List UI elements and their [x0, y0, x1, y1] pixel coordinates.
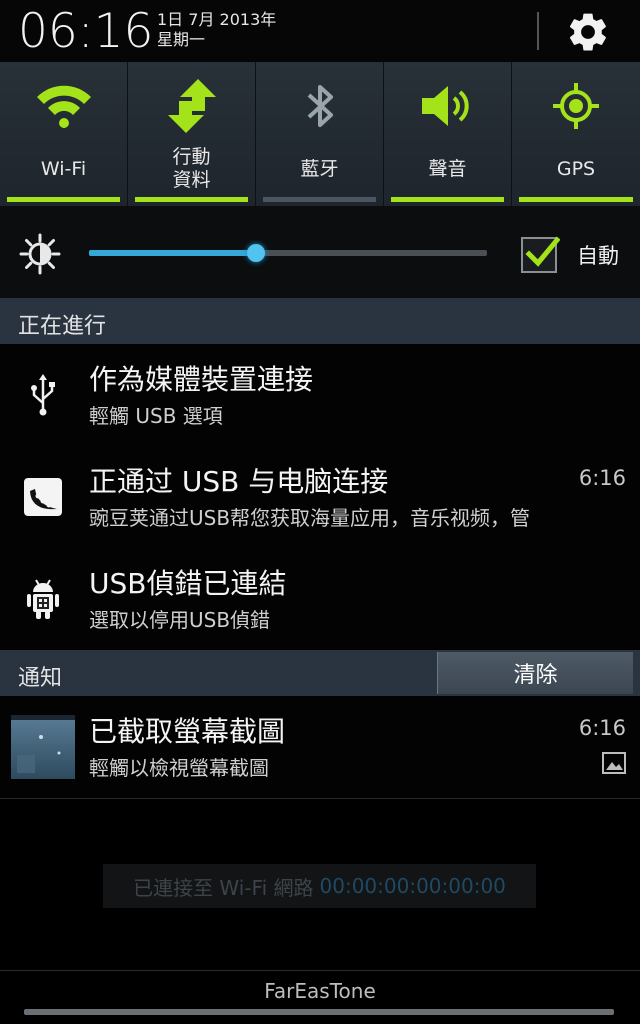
brightness-slider-fill [89, 250, 257, 256]
brightness-slider-thumb[interactable] [247, 244, 266, 262]
auto-brightness-checkbox[interactable] [520, 234, 560, 274]
toggle-label: 行動 資料 [172, 146, 211, 191]
notification-subtitle: 選取以停用USB偵錯 [89, 608, 271, 632]
notification-subtitle: 輕觸以檢視螢幕截圖 [89, 756, 269, 780]
notifications-section-header: 通知 清除 [0, 650, 640, 696]
notification-time: 6:16 [578, 716, 626, 740]
android-debug-icon [27, 579, 59, 619]
section-title: 通知 [18, 666, 63, 691]
quick-settings: Wi-Fi 行動 資料 藍牙 聲音 GPS [0, 62, 640, 206]
section-title: 正在進行 [18, 314, 107, 339]
notification-time: 6:16 [578, 466, 626, 490]
notification-screenshot[interactable]: 已截取螢幕截圖 6:16 輕觸以檢視螢幕截圖 [0, 696, 640, 799]
notification-subtitle: 豌豆荚通过USB帮您获取海量应用，音乐视频，管 [89, 506, 531, 530]
clear-button[interactable]: 清除 [437, 652, 633, 694]
date-text: 1日 7月 2013年 [157, 10, 277, 29]
gps-icon [553, 83, 599, 129]
drag-handle[interactable] [24, 1009, 614, 1015]
notification-usb-debug[interactable]: USB偵錯已連結 選取以停用USB偵錯 [0, 548, 640, 651]
notification-wandoujia[interactable]: 正通过 USB 与电脑连接 6:16 豌豆荚通过USB帮您获取海量应用，音乐视频… [0, 446, 640, 549]
notification-subtitle: 輕觸 USB 選項 [89, 404, 223, 428]
toggle-indicator [263, 197, 376, 202]
mobile-data-icon [167, 79, 216, 133]
sound-icon [421, 86, 469, 126]
brightness-icon [19, 233, 61, 275]
toggle-indicator [519, 197, 633, 202]
toggle-indicator [391, 197, 504, 202]
notification-title: 正通过 USB 与电脑连接 [89, 465, 389, 498]
notification-title: 作為媒體裝置連接 [89, 363, 314, 396]
date-block: 1日 7月 2013年 星期一 [157, 10, 276, 50]
wandoujia-icon [24, 478, 62, 516]
toggle-gps[interactable]: GPS [512, 62, 640, 206]
notification-usb-media[interactable]: 作為媒體裝置連接 輕觸 USB 選項 [0, 344, 640, 447]
image-icon [602, 752, 626, 774]
toggle-sound[interactable]: 聲音 [384, 62, 512, 206]
toggle-label: 聲音 [428, 157, 467, 180]
wifi-banner-mac: 00:00:00:00:00:00 [319, 874, 506, 898]
toggle-label: Wi-Fi [40, 157, 87, 180]
toggle-label: GPS [556, 157, 596, 180]
usb-icon [31, 374, 55, 416]
toggle-bluetooth[interactable]: 藍牙 [256, 62, 384, 206]
toggle-mobile-data[interactable]: 行動 資料 [128, 62, 256, 206]
toggle-label: 藍牙 [300, 157, 339, 180]
toggle-wifi[interactable]: Wi-Fi [0, 62, 128, 206]
wifi-connected-banner: 已連接至 Wi-Fi 網路 00:00:00:00:00:00 [103, 864, 536, 908]
brightness-row: 自動 [0, 206, 640, 298]
toggle-indicator [135, 197, 248, 202]
gear-icon [569, 13, 606, 51]
wifi-icon [36, 85, 91, 128]
brightness-slider[interactable] [89, 244, 487, 262]
bluetooth-icon [307, 85, 333, 127]
ongoing-section-header: 正在進行 [0, 298, 640, 344]
status-header: 06:16 1日 7月 2013年 星期一 [0, 0, 640, 62]
weekday-text: 星期一 [157, 30, 206, 49]
settings-button[interactable] [560, 8, 616, 56]
carrier-label: FarEasTone [264, 979, 376, 1003]
header-divider [537, 12, 539, 50]
toggle-indicator [7, 197, 120, 202]
screenshot-thumbnail [11, 715, 75, 779]
notification-title: 已截取螢幕截圖 [89, 715, 286, 748]
notification-title: USB偵錯已連結 [89, 567, 287, 600]
clock: 06:16 [18, 4, 154, 59]
carrier-footer: FarEasTone [0, 970, 640, 1024]
wifi-banner-text: 已連接至 Wi-Fi 網路 [133, 875, 314, 900]
auto-brightness-label: 自動 [577, 244, 619, 268]
